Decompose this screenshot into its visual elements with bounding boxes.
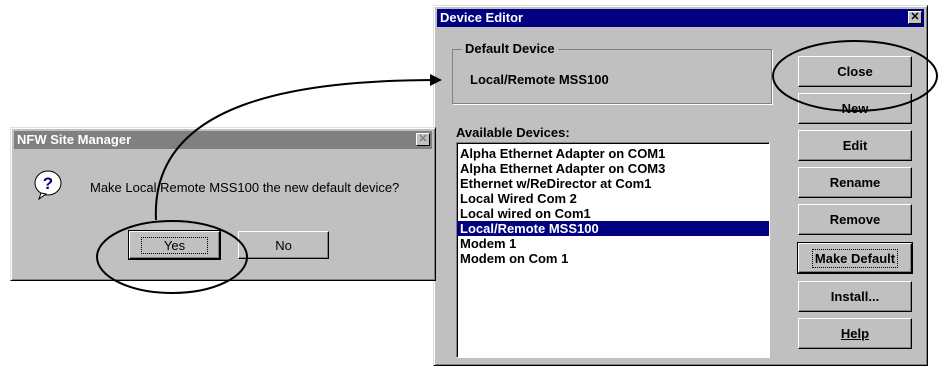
edit-button-label: Edit <box>842 138 868 153</box>
available-devices-list[interactable]: Alpha Ethernet Adapter on COM1 Alpha Ethe… <box>456 142 770 358</box>
yes-button[interactable]: Yes <box>128 230 221 260</box>
device-list-item[interactable]: Local/Remote MSS100 <box>457 221 769 236</box>
help-button[interactable]: Help <box>798 318 912 349</box>
no-button-label: No <box>275 237 292 253</box>
remove-button[interactable]: Remove <box>798 204 912 235</box>
available-devices-label: Available Devices: <box>456 125 570 140</box>
no-button[interactable]: No <box>238 231 329 259</box>
site-manager-close-icon[interactable]: ✕ <box>416 133 430 146</box>
site-manager-titlebar: NFW Site Manager ✕ <box>14 131 432 149</box>
site-manager-title: NFW Site Manager <box>17 132 132 147</box>
install-button-label: Install... <box>830 289 880 304</box>
device-list-item[interactable]: Local Wired Com 2 <box>457 191 769 206</box>
close-button-label: Close <box>837 64 873 79</box>
new-button-label: New <box>841 101 869 116</box>
device-list-item[interactable]: Alpha Ethernet Adapter on COM3 <box>457 161 769 176</box>
close-button[interactable]: Close <box>798 56 912 87</box>
new-button[interactable]: New <box>798 93 912 124</box>
rename-button-label: Rename <box>829 175 881 190</box>
install-button[interactable]: Install... <box>798 281 912 312</box>
device-editor-title: Device Editor <box>440 10 524 25</box>
make-default-button-label: Make Default <box>811 248 899 268</box>
rename-button[interactable]: Rename <box>798 167 912 198</box>
device-list-item[interactable]: Local wired on Com1 <box>457 206 769 221</box>
device-editor-close-icon[interactable]: ✕ <box>908 11 922 24</box>
device-list-item[interactable]: Modem on Com 1 <box>457 251 769 266</box>
remove-button-label: Remove <box>829 212 881 227</box>
svg-text:?: ? <box>43 174 53 193</box>
confirm-message: Make Local/Remote MSS100 the new default… <box>90 180 400 195</box>
default-device-legend: Default Device <box>462 42 558 56</box>
device-list-item[interactable]: Alpha Ethernet Adapter on COM1 <box>457 146 769 161</box>
make-default-button[interactable]: Make Default <box>797 242 913 274</box>
edit-button[interactable]: Edit <box>798 130 912 161</box>
site-manager-dialog: NFW Site Manager ✕ ? Make Local/Remote M… <box>10 127 436 281</box>
device-editor-titlebar: Device Editor ✕ <box>437 9 924 27</box>
device-editor-window: Device Editor ✕ Default Device Local/Rem… <box>433 5 928 366</box>
default-device-value: Local/Remote MSS100 <box>470 72 609 87</box>
device-list-item[interactable]: Modem 1 <box>457 236 769 251</box>
device-list-item[interactable]: Ethernet w/ReDirector at Com1 <box>457 176 769 191</box>
help-button-label: Help <box>840 326 870 341</box>
yes-button-label: Yes <box>140 236 209 254</box>
question-icon: ? <box>33 170 63 201</box>
